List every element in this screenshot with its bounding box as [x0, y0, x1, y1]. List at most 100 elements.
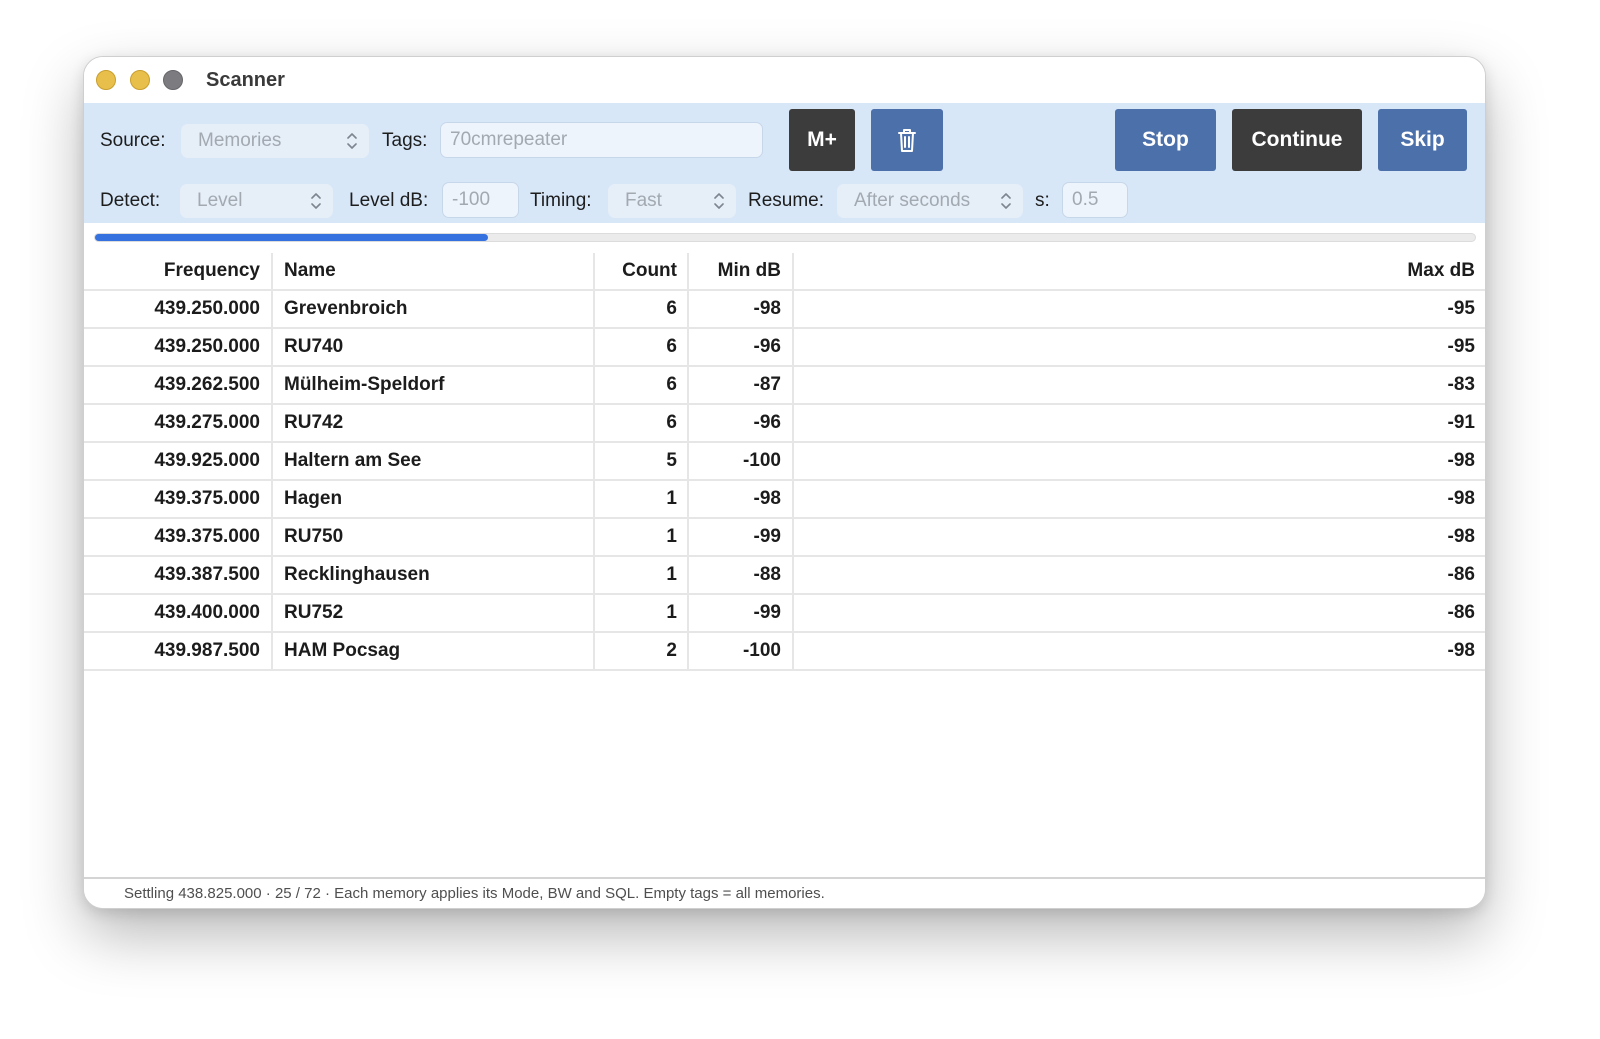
cell-name: Mülheim-Speldorf	[273, 367, 595, 403]
level-db-label: Level dB:	[349, 190, 429, 211]
cell-count: 1	[595, 557, 689, 593]
cell-max-db: -83	[1447, 374, 1475, 395]
cell-min-db: -87	[689, 367, 794, 403]
cell-name: Hagen	[273, 481, 595, 517]
seconds-label: s:	[1035, 190, 1050, 211]
table-row[interactable]: 439.275.000 RU742 6 -96 -91	[84, 405, 1485, 443]
cell-min-db: -96	[689, 329, 794, 365]
memory-add-button[interactable]: M+	[789, 109, 855, 171]
tags-input[interactable]: 70cmrepeater	[440, 122, 763, 158]
cell-frequency: 439.275.000	[84, 405, 273, 441]
source-label: Source:	[100, 130, 166, 151]
resume-select[interactable]: After seconds	[837, 184, 1023, 218]
cell-min-db: -96	[689, 405, 794, 441]
table-header-row: Frequency Name Count Min dB Max dB	[84, 253, 1485, 291]
cell-min-db: -100	[689, 443, 794, 479]
seconds-input[interactable]: 0.5	[1062, 182, 1128, 218]
table-row[interactable]: 439.987.500 HAM Pocsag 2 -100 -98	[84, 633, 1485, 671]
column-header-count[interactable]: Count	[595, 253, 689, 289]
table-row[interactable]: 439.262.500 Mülheim-Speldorf 6 -87 -83	[84, 367, 1485, 405]
cell-count: 1	[595, 481, 689, 517]
cell-frequency: 439.400.000	[84, 595, 273, 631]
timing-label: Timing:	[530, 190, 592, 211]
cell-name: Haltern am See	[273, 443, 595, 479]
level-db-input[interactable]: -100	[442, 182, 519, 218]
cell-frequency: 439.387.500	[84, 557, 273, 593]
cell-min-db: -100	[689, 633, 794, 669]
detect-select[interactable]: Level	[180, 184, 333, 218]
title-bar: Scanner	[84, 57, 1485, 103]
cell-count: 6	[595, 405, 689, 441]
zoom-window-button[interactable]	[163, 70, 183, 90]
cell-min-db: -98	[689, 291, 794, 327]
cell-name: Grevenbroich	[273, 291, 595, 327]
tags-placeholder: 70cmrepeater	[450, 129, 568, 150]
cell-count: 6	[595, 367, 689, 403]
continue-button[interactable]: Continue	[1232, 109, 1362, 171]
cell-frequency: 439.987.500	[84, 633, 273, 669]
cell-frequency: 439.250.000	[84, 329, 273, 365]
resume-select-value: After seconds	[854, 190, 971, 211]
table-row[interactable]: 439.250.000 RU740 6 -96 -95	[84, 329, 1485, 367]
scan-progress-bar	[94, 233, 1476, 242]
cell-max-db: -95	[1447, 336, 1475, 357]
cell-max-db: -91	[1447, 412, 1475, 433]
cell-count: 5	[595, 443, 689, 479]
table-row[interactable]: 439.925.000 Haltern am See 5 -100 -98	[84, 443, 1485, 481]
table-row[interactable]: 439.250.000 Grevenbroich 6 -98 -95	[84, 291, 1485, 329]
results-table: Frequency Name Count Min dB Max dB 439.2…	[84, 253, 1485, 671]
cell-max-db: -98	[1447, 488, 1475, 509]
cell-min-db: -88	[689, 557, 794, 593]
table-row[interactable]: 439.387.500 Recklinghausen 1 -88 -86	[84, 557, 1485, 595]
source-select[interactable]: Memories	[181, 124, 369, 158]
detect-label: Detect:	[100, 190, 161, 211]
cell-name: Recklinghausen	[273, 557, 595, 593]
cell-max-db: -98	[1447, 640, 1475, 661]
cell-frequency: 439.262.500	[84, 367, 273, 403]
cell-max-db: -86	[1447, 602, 1475, 623]
cell-max-db: -95	[1447, 298, 1475, 319]
updown-chevron-icon	[1001, 193, 1011, 209]
cell-name: RU742	[273, 405, 595, 441]
table-row[interactable]: 439.375.000 Hagen 1 -98 -98	[84, 481, 1485, 519]
cell-max-db: -98	[1447, 450, 1475, 471]
cell-max-db: -86	[1447, 564, 1475, 585]
cell-frequency: 439.375.000	[84, 481, 273, 517]
delete-button[interactable]	[871, 109, 943, 171]
cell-min-db: -99	[689, 519, 794, 555]
timing-select-value: Fast	[625, 190, 662, 211]
detect-select-value: Level	[197, 190, 243, 211]
cell-count: 1	[595, 595, 689, 631]
cell-max-db: -98	[1447, 526, 1475, 547]
resume-label: Resume:	[748, 190, 825, 211]
column-header-name[interactable]: Name	[273, 253, 595, 289]
cell-name: RU750	[273, 519, 595, 555]
level-db-value: -100	[452, 189, 491, 210]
updown-chevron-icon	[347, 133, 357, 149]
scanner-toolbar: Source: Memories Tags: 70cmrepeater M+ S…	[84, 103, 1485, 223]
trash-icon	[898, 129, 916, 152]
stop-button[interactable]: Stop	[1115, 109, 1216, 171]
column-header-frequency[interactable]: Frequency	[84, 253, 273, 289]
timing-select[interactable]: Fast	[608, 184, 736, 218]
tags-label: Tags:	[382, 130, 428, 151]
cell-frequency: 439.925.000	[84, 443, 273, 479]
window-title: Scanner	[206, 69, 285, 91]
status-text: Settling 438.825.000 · 25 / 72 · Each me…	[124, 885, 825, 902]
cell-name: HAM Pocsag	[273, 633, 595, 669]
column-header-min-db[interactable]: Min dB	[689, 253, 794, 289]
cell-frequency: 439.375.000	[84, 519, 273, 555]
table-row[interactable]: 439.375.000 RU750 1 -99 -98	[84, 519, 1485, 557]
cell-name: RU740	[273, 329, 595, 365]
skip-button[interactable]: Skip	[1378, 109, 1467, 171]
scan-progress-fill	[95, 234, 488, 241]
cell-count: 6	[595, 329, 689, 365]
cell-min-db: -99	[689, 595, 794, 631]
seconds-value: 0.5	[1072, 189, 1099, 210]
status-bar: Settling 438.825.000 · 25 / 72 · Each me…	[84, 877, 1485, 908]
column-header-max-db[interactable]: Max dB	[794, 253, 1485, 289]
minimize-window-button[interactable]	[130, 70, 150, 90]
close-window-button[interactable]	[96, 70, 116, 90]
cell-name: RU752	[273, 595, 595, 631]
table-row[interactable]: 439.400.000 RU752 1 -99 -86	[84, 595, 1485, 633]
